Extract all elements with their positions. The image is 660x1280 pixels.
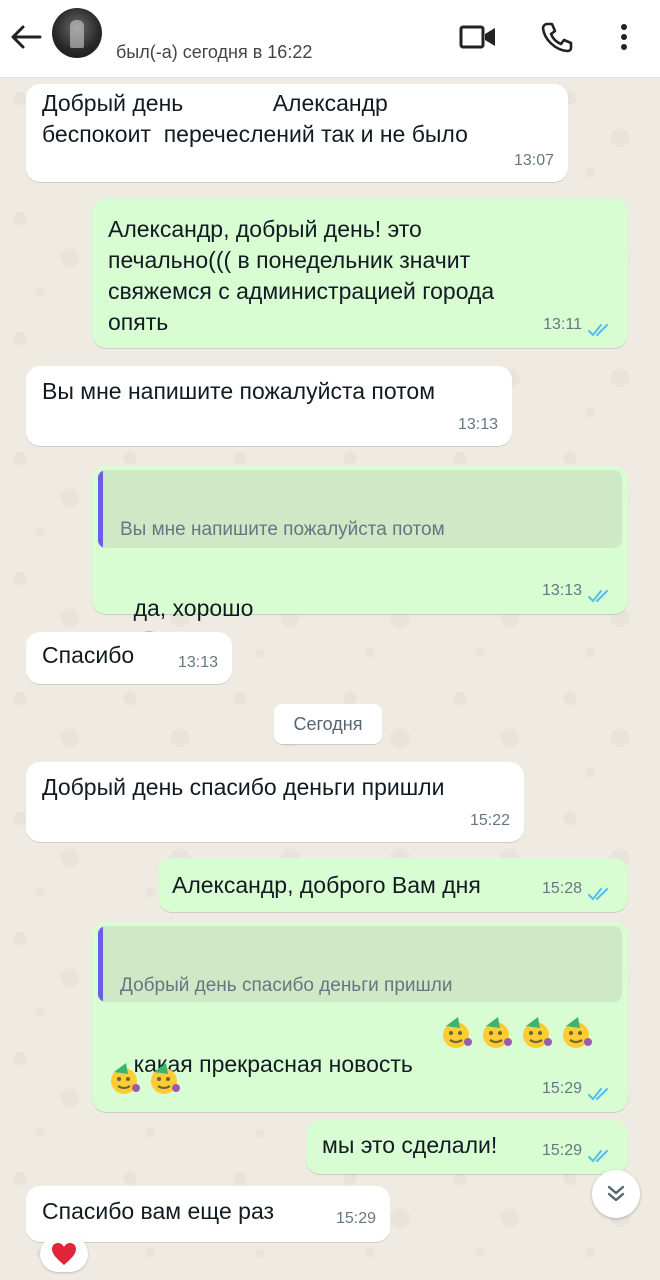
double-check-icon xyxy=(588,888,608,901)
message-time: 13:07 xyxy=(513,152,554,169)
message-bubble[interactable]: Александр, добрый день! это печально((( … xyxy=(92,198,628,348)
quoted-text: Вы мне напишите пожалуйста потом xyxy=(120,519,445,540)
chat-header: был(-а) сегодня в 16:22 xyxy=(0,0,660,78)
last-seen-status[interactable]: был(-а) сегодня в 16:22 xyxy=(116,42,312,63)
double-check-icon xyxy=(588,1088,608,1101)
red-heart-icon xyxy=(52,1243,76,1265)
video-camera-icon[interactable] xyxy=(458,22,498,52)
message-bubble[interactable]: Спасибо 13:13 xyxy=(26,632,232,684)
scroll-to-bottom-button[interactable] xyxy=(592,1170,640,1218)
message-time: 15:29 xyxy=(335,1210,376,1227)
message-time: 15:29 xyxy=(541,1142,582,1159)
double-check-icon xyxy=(588,324,608,337)
double-check-icon xyxy=(588,1150,608,1163)
message-time: 13:13 xyxy=(457,416,498,433)
partying-face-emoji xyxy=(523,1017,552,1048)
message-time: 15:28 xyxy=(541,880,582,897)
message-text: мы это сделали! xyxy=(322,1132,498,1158)
arrow-left-icon[interactable] xyxy=(8,22,44,52)
partying-face-emoji xyxy=(443,1017,472,1048)
quoted-message[interactable]: Добрый день спасибо деньги пришли xyxy=(98,926,622,1002)
message-reaction[interactable] xyxy=(40,1236,88,1272)
message-bubble[interactable]: Спасибо вам еще раз 15:29 xyxy=(26,1186,390,1242)
double-check-icon xyxy=(588,590,608,603)
quote-accent-bar xyxy=(98,926,103,1002)
message-text: Александр, доброго Вам дня xyxy=(172,872,481,898)
partying-face-emoji xyxy=(563,1017,592,1048)
quoted-message[interactable]: Вы мне напишите пожалуйста потом xyxy=(98,470,622,548)
message-time: 13:11 xyxy=(543,316,582,333)
date-separator: Сегодня xyxy=(274,704,382,744)
quoted-text: Добрый день спасибо деньги пришли xyxy=(120,975,453,996)
message-text: Александр, добрый день! это печально((( … xyxy=(108,216,495,335)
message-text-content: да, хорошо xyxy=(133,595,254,621)
message-time: 15:29 xyxy=(541,1080,582,1097)
avatar[interactable] xyxy=(52,8,102,58)
message-time: 15:22 xyxy=(469,812,510,829)
phone-icon[interactable] xyxy=(540,20,574,54)
partying-face-emoji xyxy=(483,1017,512,1048)
message-bubble[interactable]: Александр, доброго Вам дня 15:28 xyxy=(158,858,628,912)
message-time: 13:13 xyxy=(541,582,582,599)
message-bubble[interactable]: Добрый день спасибо деньги пришли 15:22 xyxy=(26,762,524,842)
message-bubble[interactable]: мы это сделали! 15:29 xyxy=(306,1120,628,1174)
message-text: Добрый день спасибо деньги пришли xyxy=(42,774,445,800)
quote-accent-bar xyxy=(98,470,103,548)
partying-face-emoji xyxy=(151,1063,180,1094)
message-bubble[interactable]: Вы мне напишите пожалуйста потом 13:13 xyxy=(26,366,512,446)
message-bubble[interactable]: Добрый день Александр беспокоит перечесл… xyxy=(26,84,568,182)
message-text: Спасибо xyxy=(42,642,135,668)
message-bubble[interactable]: Добрый день спасибо деньги пришли какая … xyxy=(92,922,628,1112)
message-text: Вы мне напишите пожалуйста потом xyxy=(42,378,436,404)
message-time: 13:13 xyxy=(177,654,218,671)
chevron-double-down-icon xyxy=(607,1185,625,1202)
message-text: Спасибо вам еще раз xyxy=(42,1198,275,1224)
message-text: Добрый день Александр беспокоит перечесл… xyxy=(42,90,468,147)
message-bubble[interactable]: Вы мне напишите пожалуйста потом да, хор… xyxy=(92,466,628,651)
partying-face-emoji xyxy=(111,1063,140,1094)
more-vertical-icon[interactable] xyxy=(612,20,636,54)
